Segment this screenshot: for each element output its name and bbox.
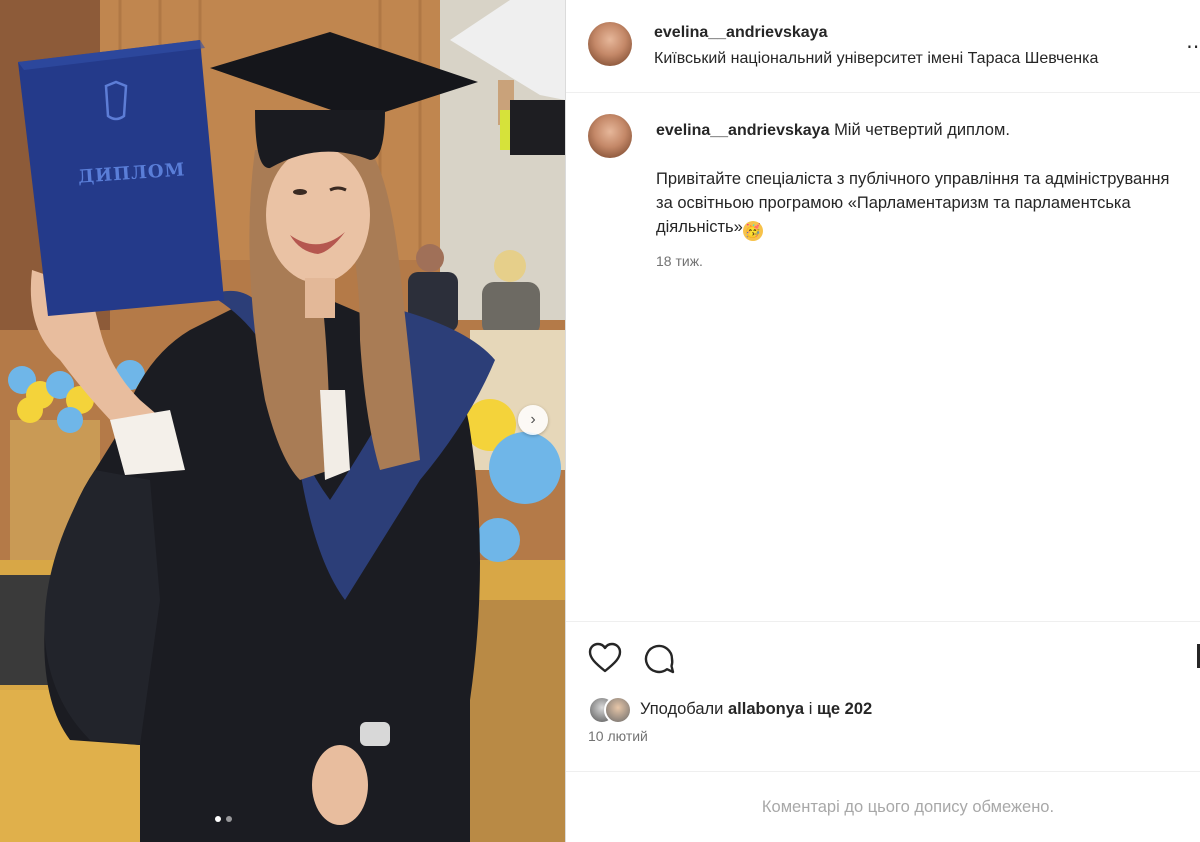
- post-header: evelina__andrievskaya Київський націонал…: [566, 0, 1200, 93]
- post-photo: [0, 0, 565, 842]
- avatar: [604, 696, 632, 724]
- likes-count[interactable]: ще 202: [817, 700, 872, 719]
- caption-text-line1: Мій четвертий диплом.: [834, 121, 1010, 139]
- carousel-indicator: [215, 816, 232, 822]
- post-caption: evelina__andrievskaya Мій четвертий дипл…: [588, 114, 1190, 273]
- chevron-right-icon: ›: [530, 411, 536, 428]
- likes-user[interactable]: allabonya: [728, 700, 804, 719]
- carousel-dot-active: [215, 816, 221, 822]
- likes-summary[interactable]: Уподобали allabonya і ще 202: [588, 696, 872, 724]
- caption-avatar[interactable]: [588, 114, 632, 158]
- party-face-emoji: 🥳: [742, 221, 763, 241]
- heart-icon[interactable]: [588, 642, 622, 674]
- post-side-panel: evelina__andrievskaya Київський націонал…: [565, 0, 1200, 842]
- caption-time-ago: 18 тиж.: [656, 253, 703, 269]
- comments-limited-notice: Коментарі до цього допису обмежено.: [566, 771, 1200, 842]
- post-location[interactable]: Київський національний університет імені…: [654, 50, 1098, 68]
- post-media[interactable]: ДИПЛОМ ›: [0, 0, 565, 842]
- next-slide-button[interactable]: ›: [518, 405, 548, 435]
- caption-text-line2: Привітайте спеціаліста з публічного упра…: [656, 170, 1170, 236]
- post-actions: Уподобали allabonya і ще 202 10 лютий: [566, 621, 1200, 772]
- caption-username[interactable]: evelina__andrievskaya: [656, 122, 829, 139]
- likes-conj: і: [808, 699, 813, 718]
- author-username[interactable]: evelina__andrievskaya: [654, 24, 827, 42]
- more-icon[interactable]: ⋯: [1186, 34, 1200, 59]
- avatar[interactable]: [588, 22, 632, 66]
- comment-icon[interactable]: [642, 642, 676, 676]
- likes-prefix: Уподобали: [640, 699, 724, 718]
- liker-avatars: [588, 696, 638, 724]
- carousel-dot: [226, 816, 232, 822]
- post-date: 10 лютий: [588, 728, 648, 744]
